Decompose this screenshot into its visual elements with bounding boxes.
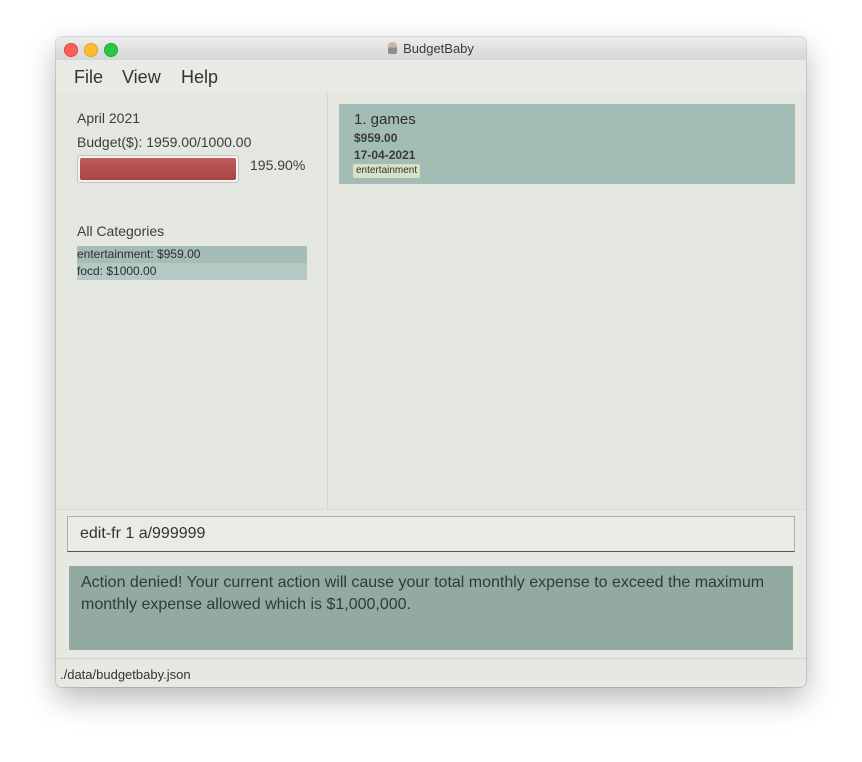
categories-header: All Categories bbox=[77, 223, 165, 239]
command-box bbox=[56, 510, 806, 558]
record-card[interactable]: 1. games $959.00 17-04-2021 entertainmen… bbox=[339, 104, 795, 184]
record-category-tag: entertainment bbox=[353, 164, 421, 178]
window-title-wrap: BudgetBaby bbox=[56, 41, 806, 56]
record-title: 1. games bbox=[354, 111, 416, 128]
command-input[interactable] bbox=[67, 516, 795, 552]
result-message: Action denied! Your current action will … bbox=[69, 566, 793, 650]
budget-amount: Budget($): 1959.00/1000.00 bbox=[77, 134, 252, 150]
record-date: 17-04-2021 bbox=[354, 148, 416, 162]
window-title: BudgetBaby bbox=[403, 41, 474, 56]
menu-help[interactable]: Help bbox=[181, 67, 218, 88]
budget-progress-fill bbox=[80, 158, 236, 180]
category-item[interactable]: focd: $1000.00 bbox=[77, 263, 307, 280]
result-display: Action denied! Your current action will … bbox=[56, 558, 806, 658]
record-amount: $959.00 bbox=[354, 131, 398, 145]
status-bar: ./data/budgetbaby.json bbox=[56, 658, 806, 687]
budget-percent: 195.90% bbox=[250, 157, 306, 173]
menu-file[interactable]: File bbox=[74, 67, 103, 88]
save-location: ./data/budgetbaby.json bbox=[60, 667, 191, 682]
category-list: entertainment: $959.00 focd: $1000.00 bbox=[77, 246, 307, 280]
budget-progress-bar bbox=[77, 155, 239, 183]
title-bar[interactable]: BudgetBaby bbox=[56, 37, 806, 61]
budget-month: April 2021 bbox=[77, 110, 141, 126]
menu-view[interactable]: View bbox=[122, 67, 161, 88]
app-window: BudgetBaby File View Help April 2021 Bud… bbox=[56, 37, 806, 687]
app-icon bbox=[388, 42, 398, 54]
budget-panel: April 2021 Budget($): 1959.00/1000.00 19… bbox=[56, 93, 328, 509]
record-list-panel: 1. games $959.00 17-04-2021 entertainmen… bbox=[328, 93, 806, 509]
menu-bar: File View Help bbox=[56, 60, 806, 93]
category-item[interactable]: entertainment: $959.00 bbox=[77, 246, 307, 263]
